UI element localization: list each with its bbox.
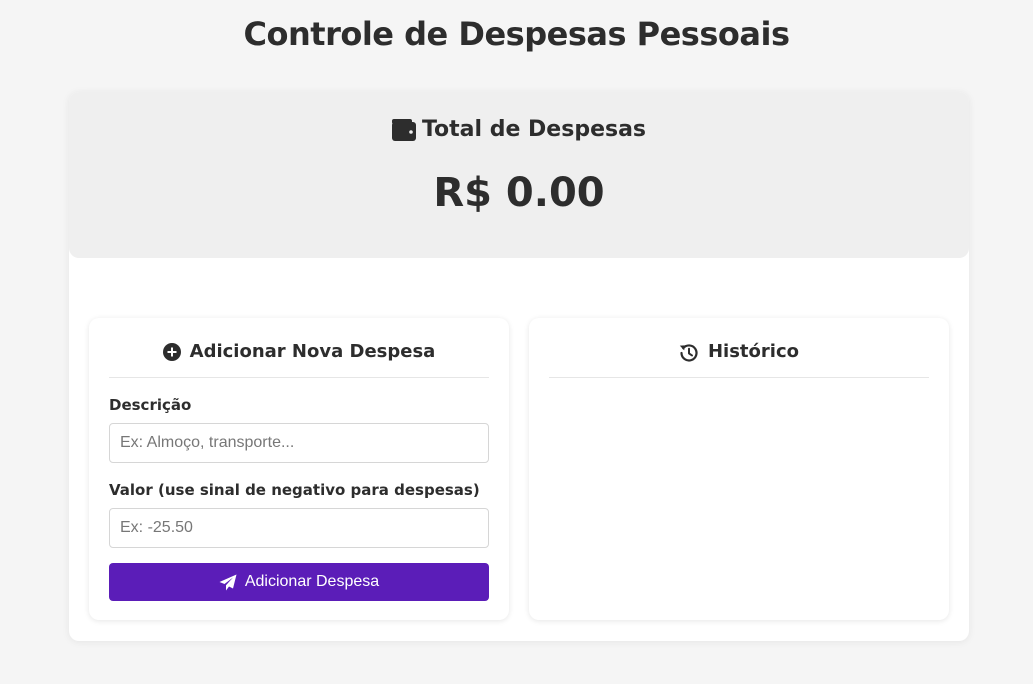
wallet-icon [391,119,416,141]
add-expense-card: Adicionar Nova Despesa Descrição Valor (… [89,318,509,620]
page-title: Controle de Despesas Pessoais [243,15,790,53]
history-heading: Histórico [549,338,929,378]
description-label: Descrição [109,396,192,414]
total-summary-panel: Total de Despesas R$ 0.00 [69,92,969,258]
add-expense-heading-label: Adicionar Nova Despesa [189,341,436,362]
history-card: Histórico [529,318,949,620]
plus-circle-icon [162,338,181,361]
history-icon [679,338,699,363]
main-container: Total de Despesas R$ 0.00 Adicionar Nova… [69,92,969,641]
add-expense-button-label: Adicionar Despesa [244,573,380,590]
history-list [549,388,929,598]
total-amount: R$ 0.00 [433,170,605,216]
total-heading: Total de Despesas [69,114,969,146]
add-expense-heading: Adicionar Nova Despesa [109,338,489,378]
paper-plane-icon [219,574,237,591]
total-heading-label: Total de Despesas [421,117,647,142]
add-expense-button[interactable]: Adicionar Despesa [109,563,489,601]
amount-input[interactable] [109,508,489,548]
description-input[interactable] [109,423,489,463]
amount-label: Valor (use sinal de negativo para despes… [109,481,480,499]
history-heading-label: Histórico [707,341,799,362]
